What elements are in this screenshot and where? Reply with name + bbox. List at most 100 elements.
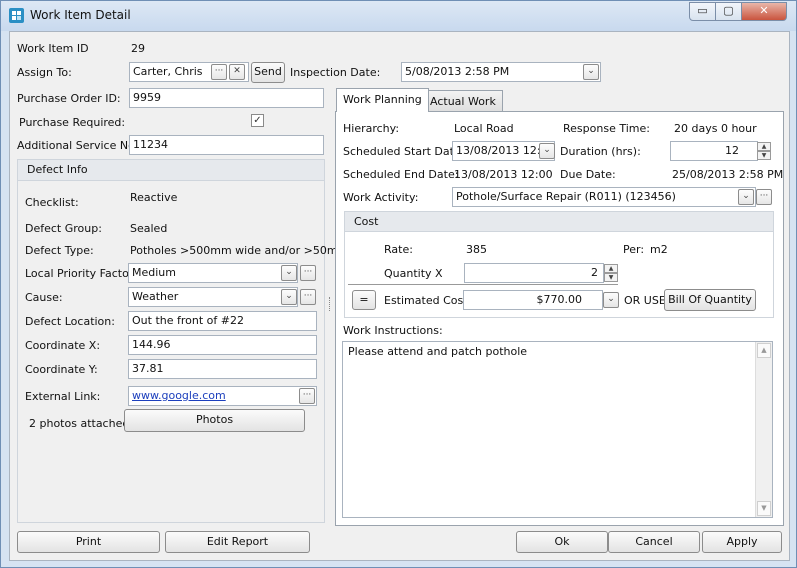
external-link-browse-button[interactable]: ··· [299,388,315,404]
defect-location-field[interactable]: Out the front of #22 [128,311,317,331]
work-activity-value: Pothole/Surface Repair (R011) (123456) [456,190,676,203]
rate-value: 385 [466,243,487,256]
external-link-field[interactable]: www.google.com [128,386,317,406]
per-value: m2 [650,243,668,256]
work-instructions-scrollbar[interactable]: ▲ ▼ [755,342,772,517]
tab-work-planning[interactable]: Work Planning [336,88,429,112]
assign-to-label: Assign To: [17,66,72,79]
panel-splitter[interactable] [329,297,331,311]
assign-to-browse-button[interactable]: ··· [211,64,227,80]
duration-field[interactable]: 12 [670,141,758,161]
hierarchy-value: Local Road [454,122,514,135]
scheduled-start-dropdown-icon[interactable]: ⌄ [539,143,555,159]
close-button[interactable]: ✕ [741,2,787,21]
work-instructions-text: Please attend and patch pothole [348,345,528,358]
duration-value: 12 [725,144,739,157]
quantity-up-icon[interactable]: ▲ [604,264,618,273]
coordinate-x-label: Coordinate X: [25,339,101,352]
response-time-value: 20 days 0 hour [674,122,757,135]
photos-button[interactable]: Photos [124,409,305,432]
calculate-button[interactable]: = [352,290,376,310]
priority-label: Local Priority Factor: [25,267,137,280]
coordinate-y-field[interactable]: 37.81 [128,359,317,379]
app-icon [9,8,24,23]
purchase-required-checkbox[interactable]: ✓ [251,114,264,127]
priority-select[interactable]: Medium [128,263,298,283]
work-activity-label: Work Activity: [343,191,419,204]
inspection-date-value: 5/08/2013 2:58 PM [405,65,510,78]
defect-group-label: Defect Group: [25,222,102,235]
assign-to-clear-icon[interactable]: ✕ [229,64,245,80]
inspection-date-label: Inspection Date: [290,66,381,79]
defect-type-value: Potholes >500mm wide and/or >50mm [130,244,349,257]
ok-button[interactable]: Ok [516,531,608,553]
tab-actual-work[interactable]: Actual Work [423,90,503,112]
cost-header: Cost [345,212,773,232]
scheduled-start-value: 13/08/2013 12:0 [456,144,548,157]
work-activity-select[interactable]: Pothole/Surface Repair (R011) (123456) [452,187,756,207]
cause-label: Cause: [25,291,63,304]
duration-stepper[interactable]: ▲ ▼ [757,142,771,160]
window: Work Item Detail ▭ ▢ ✕ Work Item ID 29 A… [0,0,797,568]
checklist-value: Reactive [130,191,178,204]
scheduled-end-value: 13/08/2013 12:00 PM [454,168,556,181]
defect-group-value: Sealed [130,222,168,235]
cause-select[interactable]: Weather [128,287,298,307]
hierarchy-label: Hierarchy: [343,122,400,135]
scroll-up-icon[interactable]: ▲ [757,343,771,358]
work-activity-dropdown-icon[interactable]: ⌄ [738,189,754,205]
purchase-order-label: Purchase Order ID: [17,92,121,105]
bill-of-quantity-button[interactable]: Bill Of Quantity [664,289,756,311]
priority-dropdown-icon[interactable]: ⌄ [281,265,297,281]
dialog-body: Work Item ID 29 Assign To: Carter, Chris… [9,31,790,561]
inspection-date-field[interactable]: 5/08/2013 2:58 PM [401,62,601,82]
quantity-field[interactable]: 2 [464,263,604,283]
estimated-cost-dropdown-icon[interactable]: ⌄ [603,292,619,308]
send-button[interactable]: Send [251,62,285,83]
purchase-required-label: Purchase Required: [19,116,126,129]
inspection-date-dropdown-icon[interactable]: ⌄ [583,64,599,80]
defect-type-label: Defect Type: [25,244,94,257]
quantity-label: Quantity X [384,267,443,280]
defect-location-label: Defect Location: [25,315,115,328]
minimize-button[interactable]: ▭ [689,2,716,21]
scheduled-start-label: Scheduled Start Date: [343,145,465,158]
purchase-order-value: 9959 [133,91,161,104]
external-link[interactable]: www.google.com [132,389,226,402]
or-use-label: OR USE [624,294,666,307]
coordinate-x-value: 144.96 [132,338,171,351]
cause-dropdown-icon[interactable]: ⌄ [281,289,297,305]
additional-service-field[interactable]: 11234 [129,135,324,155]
due-date-label: Due Date: [560,168,616,181]
priority-browse-button[interactable]: ··· [300,265,316,281]
window-title: Work Item Detail [30,8,131,22]
work-item-id-value: 29 [131,42,145,55]
work-planning-panel: Hierarchy: Local Road Response Time: 20 … [335,111,784,526]
duration-down-icon[interactable]: ▼ [757,151,771,160]
purchase-order-field[interactable]: 9959 [129,88,324,108]
coordinate-x-field[interactable]: 144.96 [128,335,317,355]
scroll-down-icon[interactable]: ▼ [757,501,771,516]
duration-up-icon[interactable]: ▲ [757,142,771,151]
estimated-cost-field[interactable]: $770.00 [463,290,603,310]
quantity-stepper[interactable]: ▲ ▼ [604,264,618,282]
apply-button[interactable]: Apply [702,531,782,553]
defect-location-value: Out the front of #22 [132,314,244,327]
quantity-value: 2 [591,266,598,279]
rate-label: Rate: [384,243,413,256]
work-instructions-textarea[interactable]: Please attend and patch pothole ▲ ▼ [342,341,773,518]
title-bar[interactable]: Work Item Detail ▭ ▢ ✕ [1,1,796,31]
per-label: Per: [623,243,645,256]
checklist-label: Checklist: [25,196,79,209]
estimated-cost-value: $770.00 [536,293,583,306]
maximize-button[interactable]: ▢ [715,2,742,21]
cause-browse-button[interactable]: ··· [300,289,316,305]
response-time-label: Response Time: [563,122,650,135]
external-link-label: External Link: [25,390,101,403]
cancel-button[interactable]: Cancel [608,531,700,553]
quantity-down-icon[interactable]: ▼ [604,273,618,282]
edit-report-button[interactable]: Edit Report [165,531,310,553]
assign-to-value: Carter, Chris [133,65,203,78]
work-activity-browse-button[interactable]: ··· [756,189,772,205]
print-button[interactable]: Print [17,531,160,553]
